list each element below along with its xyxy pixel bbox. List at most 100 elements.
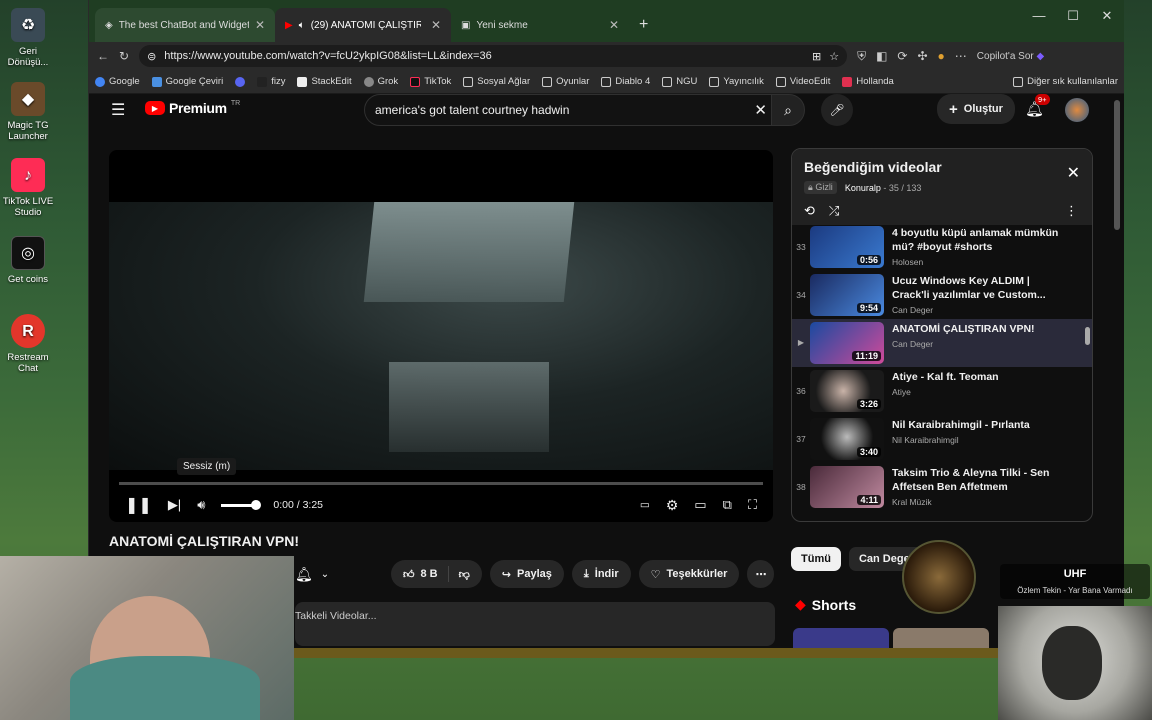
close-tab-icon[interactable]: ✕ <box>255 18 265 32</box>
site-info-icon[interactable]: ⊜ <box>147 50 156 63</box>
close-tab-icon[interactable]: ✕ <box>431 18 441 32</box>
hamburger-menu-icon[interactable]: ☰ <box>111 100 125 120</box>
list-item-current[interactable]: ▶ 11:19 ANATOMİ ÇALIŞTIRAN VPN! Can Deger <box>792 319 1092 367</box>
chip-all[interactable]: Tümü <box>791 547 841 571</box>
bookmark-google[interactable]: Google <box>95 76 140 87</box>
minimize-icon[interactable]: — <box>1022 8 1056 24</box>
list-item[interactable]: 38 4:11 Taksim Trio & Aleyna Tilki - Sen… <box>792 463 1092 511</box>
bookmark-other[interactable]: Diğer sık kullanılanlar <box>1013 76 1118 87</box>
description-box[interactable]: Takkeli Videolar... <box>295 602 775 646</box>
back-icon[interactable]: ← <box>97 49 109 63</box>
profile-icon[interactable]: ● <box>938 49 945 63</box>
list-item[interactable]: 34 9:54 Ucuz Windows Key ALDIM | Crack'l… <box>792 271 1092 319</box>
tab-new[interactable]: ▣ Yeni sekme ✕ <box>451 8 629 42</box>
bookmark-folder-social[interactable]: Sosyal Ağlar <box>463 76 530 87</box>
chevron-down-icon[interactable]: ⌄ <box>321 569 329 580</box>
bookmark-folder-streaming[interactable]: Yayıncılık <box>709 76 764 87</box>
settings-gear-icon[interactable]: ⚙ <box>666 497 679 514</box>
miniplayer-icon[interactable]: ⧉ <box>723 497 732 513</box>
close-window-icon[interactable]: ✕ <box>1090 8 1124 24</box>
more-menu-icon[interactable]: ⋯ <box>955 49 967 63</box>
create-button[interactable]: + Oluştur <box>937 94 1015 124</box>
copilot-button[interactable]: Copilot'a Sor ◆ <box>977 51 1044 62</box>
sync-icon[interactable]: ⟳ <box>897 49 907 63</box>
bookmark-discord[interactable] <box>235 76 246 87</box>
bookmark-folder-diablo[interactable]: Diablo 4 <box>601 76 650 87</box>
desktop-icon-recycle-bin[interactable]: ♻ Geri Dönüşü... <box>0 8 56 68</box>
bookmark-tiktok[interactable]: TikTok <box>410 76 451 87</box>
search-button[interactable]: ⌕ <box>771 94 805 126</box>
youtube-logo[interactable]: ▶ Premium TR <box>145 100 240 116</box>
progress-bar[interactable] <box>119 482 763 485</box>
desktop-icon-magic-tg[interactable]: ◆ Magic TG Launcher <box>0 82 56 142</box>
thumbnail[interactable]: 0:56 <box>810 226 884 268</box>
url-text[interactable]: https://www.youtube.com/watch?v=fcU2ykpI… <box>164 50 491 62</box>
clear-search-icon[interactable]: ✕ <box>754 101 767 119</box>
list-item[interactable]: 37 3:40 Nil Karaibrahimgil - Pırlanta Nil… <box>792 415 1092 463</box>
maximize-icon[interactable]: ☐ <box>1056 8 1090 24</box>
more-actions-button[interactable]: ⋯ <box>747 560 775 588</box>
page-scrollbar[interactable] <box>1114 100 1120 230</box>
bookmark-hollanda[interactable]: Hollanda <box>842 76 894 87</box>
item-title[interactable]: ANATOMİ ÇALIŞTIRAN VPN! <box>892 322 1062 336</box>
thumbnail[interactable]: 4:11 <box>810 466 884 508</box>
bookmark-grok[interactable]: Grok <box>363 76 398 87</box>
extensions-icon[interactable]: ✣ <box>917 49 927 63</box>
more-vertical-icon[interactable]: ⋮ <box>1065 203 1078 219</box>
new-tab-button[interactable]: + <box>629 8 659 42</box>
loop-icon[interactable]: ⟲ <box>804 203 815 219</box>
item-title[interactable]: Ucuz Windows Key ALDIM | Crack'li yazılı… <box>892 274 1062 302</box>
item-title[interactable]: Taksim Trio & Aleyna Tilki - Sen Affetse… <box>892 466 1062 494</box>
next-icon[interactable]: ▶| <box>168 497 181 513</box>
extension-icon[interactable]: ◧ <box>876 49 887 63</box>
subtitles-icon[interactable]: ▭ <box>640 499 650 511</box>
thumbnail[interactable]: 3:40 <box>810 418 884 460</box>
item-title[interactable]: 4 boyutlu küpü anlamak mümkün mü? #boyut… <box>892 226 1062 254</box>
bookmark-folder-games[interactable]: Oyunlar <box>542 76 589 87</box>
search-input[interactable]: america's got talent courtney hadwin ✕ <box>364 94 776 126</box>
volume-handle[interactable] <box>251 499 262 510</box>
shorts-thumbnail[interactable] <box>793 628 889 650</box>
favorite-star-icon[interactable]: ☆ <box>829 50 839 63</box>
list-item[interactable]: 33 0:56 4 boyutlu küpü anlamak mümkün mü… <box>792 223 1092 271</box>
reload-icon[interactable]: ↻ <box>119 49 129 63</box>
item-title[interactable]: Atiye - Kal ft. Teoman <box>892 370 1062 384</box>
tab-chatbot[interactable]: ◈ The best ChatBot and Widgets fo ✕ <box>95 8 275 42</box>
fullscreen-icon[interactable]: ⛶ <box>748 497 757 513</box>
scrollbar-thumb[interactable] <box>1085 327 1090 345</box>
thumbnail[interactable]: 3:26 <box>810 370 884 412</box>
close-tab-icon[interactable]: ✕ <box>609 18 619 32</box>
shuffle-icon[interactable]: ⤮ <box>829 203 839 219</box>
pause-icon[interactable]: ❚❚ <box>125 495 152 515</box>
download-button[interactable]: ⤓ İndir <box>571 560 631 588</box>
thumbnail[interactable]: 11:19 <box>810 322 884 364</box>
address-bar[interactable]: ⊜ https://www.youtube.com/watch?v=fcU2yk… <box>139 45 848 67</box>
bookmark-stackedit[interactable]: StackEdit <box>297 76 352 87</box>
avatar[interactable] <box>1065 98 1089 122</box>
app-install-icon[interactable]: ⊞ <box>812 50 821 63</box>
speaker-icon[interactable]: 🔈︎ <box>299 20 305 31</box>
bookmark-folder-ngu[interactable]: NGU <box>662 76 697 87</box>
tab-youtube[interactable]: ▶ 🔈︎ (29) ANATOMİ ÇALIŞTIRAN V ✕ <box>275 8 451 42</box>
volume-slider[interactable] <box>221 499 262 510</box>
search-query[interactable]: america's got talent courtney hadwin <box>375 103 569 117</box>
list-item[interactable]: 36 3:26 Atiye - Kal ft. Teoman Atiye <box>792 367 1092 415</box>
desktop-icon-get-coins[interactable]: ◎ Get coins <box>0 236 56 285</box>
item-title[interactable]: Nil Karaibrahimgil - Pırlanta <box>892 418 1062 432</box>
shorts-thumbnail[interactable] <box>893 628 989 650</box>
share-button[interactable]: ↪ Paylaş <box>489 560 564 588</box>
like-button[interactable]: 👍︎ 8 B 👎︎ <box>391 560 482 588</box>
thumbs-down-icon[interactable]: 👎︎ <box>459 568 470 581</box>
thumbnail[interactable]: 9:54 <box>810 274 884 316</box>
voice-search-button[interactable]: 🎤︎ <box>821 94 853 126</box>
desktop-icon-restream[interactable]: R Restream Chat <box>0 314 56 374</box>
notifications-button[interactable]: 🔔︎ 9+ <box>1025 94 1050 118</box>
bell-icon[interactable]: 🔔︎ <box>295 566 313 583</box>
bookmark-fizy[interactable]: fizy <box>257 76 285 87</box>
theater-mode-icon[interactable]: ▭ <box>694 497 706 513</box>
bookmark-google-translate[interactable]: Google Çeviri <box>151 76 223 87</box>
volume-icon[interactable]: 🔊︎ <box>197 497 205 513</box>
close-icon[interactable]: ✕ <box>1067 163 1080 183</box>
bookmark-folder-videoedit[interactable]: VideoEdit <box>775 76 830 87</box>
playlist-owner[interactable]: Konuralp <box>845 183 881 193</box>
